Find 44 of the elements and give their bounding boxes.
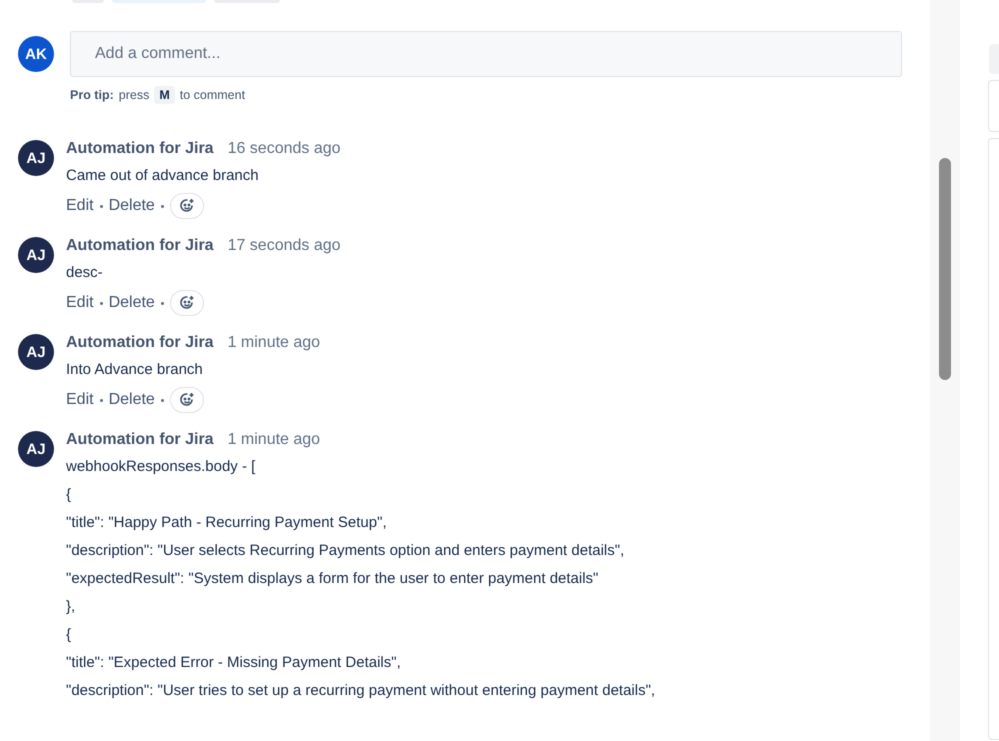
comment-text-line: Came out of advance branch [66,166,260,186]
delete-link[interactable]: Delete [108,294,155,312]
comment-text-line: "title": "Expected Error - Missing Payment Details", [66,653,402,673]
comment-time: 16 seconds ago [228,140,341,158]
pro-tip-label: Pro tip: [70,88,114,102]
pro-tip-text: to comment [180,88,246,102]
add-reaction-button[interactable] [170,193,204,219]
keyboard-key: M [154,86,175,104]
comment-author[interactable]: Automation for Jira [66,237,214,255]
add-reaction-button[interactable] [170,290,204,316]
comment-text-line: { [66,485,72,505]
user-avatar: AJ [18,431,54,467]
user-avatar: AJ [18,334,54,370]
scrollbar-thumb[interactable] [939,158,951,380]
delete-link[interactable]: Delete [108,391,155,409]
edit-link[interactable]: Edit [66,294,94,312]
comment-text-line: desc- [66,263,104,283]
pro-tip-text: press [118,88,150,102]
comment-text-line: }, [66,597,76,617]
comment-text-line: webhookResponses.body - [ [66,457,256,477]
delete-link[interactable]: Delete [108,197,155,215]
edit-link[interactable]: Edit [66,391,94,409]
side-panel-card [988,80,999,132]
user-avatar: AJ [18,237,54,273]
comment-input[interactable]: Add a comment... [70,31,902,77]
comment-time: 1 minute ago [228,431,320,449]
comment-time: 1 minute ago [228,334,320,352]
comment-time: 17 seconds ago [228,237,341,255]
comment-text-line: "description": "User tries to set up a recurring payment without entering payment details", [66,681,656,701]
comment-author[interactable]: Automation for Jira [66,140,214,158]
comment-text-line: "description": "User selects Recurring Payments option and enters payment details", [66,541,626,561]
comment-author[interactable]: Automation for Jira [66,431,214,449]
add-reaction-button[interactable] [170,387,204,413]
smiley-icon [178,198,195,214]
comment-text-line: { [66,625,72,645]
smiley-icon [178,295,195,311]
smiley-icon [178,392,195,408]
comment-text-line: "expectedResult": "System displays a form for the user to enter payment details" [66,569,600,589]
comment-text-line: "title": "Happy Path - Recurring Payment Setup", [66,513,388,533]
comment-text-line: Into Advance branch [66,360,204,380]
comment-author[interactable]: Automation for Jira [66,334,214,352]
user-avatar: AK [18,36,54,72]
user-avatar: AJ [18,140,54,176]
edit-link[interactable]: Edit [66,197,94,215]
